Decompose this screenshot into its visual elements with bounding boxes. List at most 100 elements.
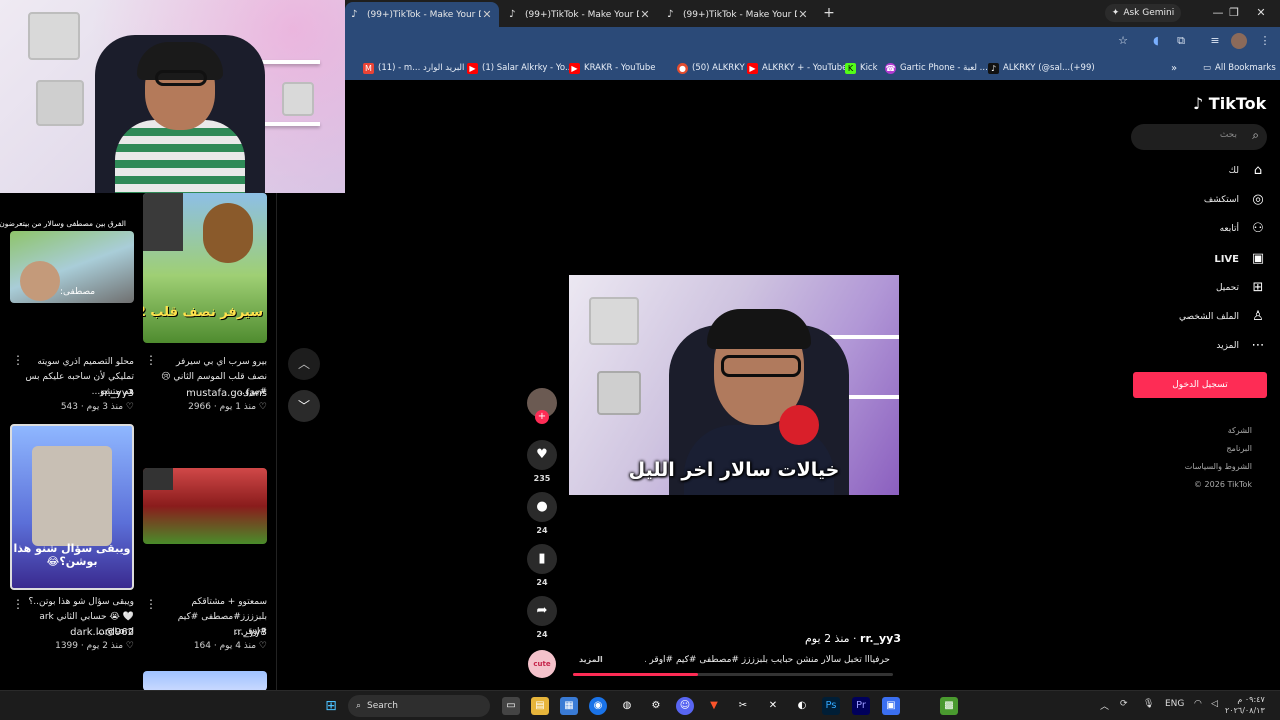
discord-icon[interactable]: ☺ bbox=[676, 697, 694, 715]
photoshop-icon[interactable]: Ps bbox=[822, 697, 840, 715]
video-thumbnail[interactable]: مصطفى: bbox=[10, 231, 134, 303]
video-author-line[interactable]: منذ 2 يوم · rr._yy3 bbox=[805, 632, 901, 645]
nav-item-following[interactable]: أتابعه ⚇ bbox=[1125, 218, 1267, 240]
media-icon[interactable]: ≡ bbox=[1207, 33, 1223, 49]
tiktok-icon: ♪ bbox=[988, 62, 999, 74]
capcut-icon[interactable]: ✂ bbox=[734, 697, 752, 715]
bookmark-item[interactable]: ● (50) ALKRKY bbox=[677, 60, 745, 76]
premiere-icon[interactable]: Pr bbox=[852, 697, 870, 715]
footer-link-terms[interactable]: الشروط والسياسات bbox=[1185, 462, 1252, 471]
youtube-icon: ▶ bbox=[747, 62, 758, 74]
app-icon[interactable]: ▣ bbox=[882, 697, 900, 715]
audio-icon[interactable]: ◖ bbox=[1148, 33, 1164, 49]
new-tab-button[interactable]: + bbox=[820, 4, 838, 22]
bookmark-item[interactable]: ♪ ALKRKY (@sal...(+99) bbox=[988, 60, 1095, 76]
card-author[interactable]: rr._yy3 bbox=[22, 388, 134, 399]
card-stats: منذ 2 يوم · 1399 ♡ bbox=[55, 641, 134, 651]
address-field[interactable] bbox=[345, 30, 1145, 53]
nav-item-profile[interactable]: الملف الشخصي ♙ bbox=[1125, 306, 1267, 328]
reddit-icon: ● bbox=[677, 62, 688, 74]
share-button[interactable]: ➦ bbox=[527, 596, 557, 626]
bookmark-item[interactable]: K Kick bbox=[845, 60, 878, 76]
clock-date: ٢٠٢٦/٠٨/١٣ bbox=[1225, 706, 1265, 715]
close-window-button[interactable]: ✕ bbox=[1247, 2, 1275, 24]
brave-icon[interactable]: ▼ bbox=[705, 697, 723, 715]
thumb-tree bbox=[203, 203, 253, 263]
card-overlay-text: الفرق بين مصطفى وسالار من بيتعرضون: bbox=[0, 219, 126, 228]
task-view-icon[interactable]: ▭ bbox=[502, 697, 520, 715]
login-button[interactable]: تسجيل الدخول bbox=[1133, 372, 1267, 398]
clock[interactable]: ٠٩:٤٧ م ٢٠٢٦/٠٨/١٣ bbox=[1225, 694, 1265, 716]
browser-tab[interactable]: ♪ (99+)TikTok - Make Your Day ✕ bbox=[503, 2, 657, 27]
heart-icon: ♡ bbox=[258, 641, 267, 651]
video-thumbnail[interactable] bbox=[143, 671, 267, 690]
chrome-icon[interactable]: ◉ bbox=[589, 697, 607, 715]
search-icon[interactable]: ⌕ bbox=[1252, 128, 1259, 143]
next-video-button[interactable]: ﹀ bbox=[288, 390, 320, 422]
taskbar-search[interactable]: ⌕ Search bbox=[348, 695, 490, 717]
extensions-icon[interactable]: ⧉ bbox=[1173, 33, 1189, 49]
minecraft-icon[interactable]: ▩ bbox=[940, 697, 958, 715]
nav-item-explore[interactable]: استكشف ◎ bbox=[1125, 189, 1267, 211]
action-rail: + ♥ 235 ● 24 ▮ 24 ➦ 24 bbox=[526, 388, 558, 648]
nav-item-upload[interactable]: تحميل ⊞ bbox=[1125, 277, 1267, 299]
menu-icon[interactable]: ⋮ bbox=[1257, 33, 1273, 49]
bookmarks-overflow-icon[interactable]: » bbox=[1171, 60, 1177, 76]
previous-video-button[interactable]: ︿ bbox=[288, 348, 320, 380]
avatar[interactable] bbox=[1231, 33, 1247, 49]
card-author[interactable]: rr._yy3 bbox=[155, 627, 267, 638]
nav-item-for-you[interactable]: لك ⌂ bbox=[1125, 160, 1267, 182]
video-thumbnail[interactable] bbox=[143, 468, 267, 544]
wifi-icon[interactable]: ◠ bbox=[1194, 699, 1202, 709]
close-icon[interactable]: ✕ bbox=[639, 8, 651, 21]
tiktok-icon: ♪ bbox=[351, 9, 358, 20]
card-age: منذ 1 يوم bbox=[219, 402, 257, 412]
bookmark-item[interactable]: ▶ KRAKR - YouTube bbox=[569, 60, 655, 76]
comment-button[interactable]: ● bbox=[527, 492, 557, 522]
search-input[interactable]: بحث ⌕ bbox=[1131, 124, 1267, 150]
tiktok-logo[interactable]: ♪ TikTok bbox=[1193, 94, 1266, 113]
bookmark-item[interactable]: ☎ Gartic Phone - لعبة ... bbox=[885, 60, 988, 76]
music-disc[interactable]: cute bbox=[528, 650, 556, 678]
file-explorer-icon[interactable]: ▤ bbox=[531, 697, 549, 715]
video-progress-bar[interactable] bbox=[573, 673, 893, 676]
volume-icon[interactable]: ◁ bbox=[1211, 699, 1218, 709]
footer-link-company[interactable]: الشركة bbox=[1228, 426, 1252, 435]
nav-label: استكشف bbox=[1203, 195, 1239, 205]
obs-icon[interactable]: ◍ bbox=[618, 697, 636, 715]
all-bookmarks[interactable]: ▭ All Bookmarks bbox=[1203, 60, 1276, 76]
author-avatar[interactable]: + bbox=[527, 388, 557, 424]
follow-plus-icon[interactable]: + bbox=[535, 410, 549, 424]
browser-tab[interactable]: ♪ (99+)TikTok - Make Your Day ✕ bbox=[345, 2, 499, 27]
chevron-up-icon[interactable]: ︿ bbox=[1100, 699, 1109, 712]
bookmark-item[interactable]: ▶ (1) Salar Alkrky - Yo... bbox=[467, 60, 573, 76]
like-button[interactable]: ♥ bbox=[527, 440, 557, 470]
video-player[interactable]: خيالات سالار اخر الليل bbox=[569, 275, 899, 495]
nav-item-more[interactable]: المزيد ⋯ bbox=[1125, 335, 1267, 357]
footer-link-program[interactable]: البرنامج bbox=[1226, 444, 1252, 453]
more-link[interactable]: المزيد bbox=[579, 655, 603, 664]
restore-button[interactable]: ❐ bbox=[1220, 2, 1248, 24]
mic-icon[interactable]: 🎙 bbox=[1143, 699, 1154, 709]
app-icon[interactable]: ⚙ bbox=[647, 697, 665, 715]
close-icon[interactable]: ✕ bbox=[797, 8, 809, 21]
video-thumbnail[interactable]: سيرفر نصف قلب 2 bbox=[143, 193, 267, 343]
card-author[interactable]: mustafa.go.fans bbox=[155, 388, 267, 399]
steam-icon[interactable]: ◐ bbox=[793, 697, 811, 715]
nav-item-live[interactable]: LIVE ▣ bbox=[1125, 248, 1267, 270]
bookmark-item[interactable]: ▶ ALKRKY + - YouTube bbox=[747, 60, 847, 76]
store-icon[interactable]: ▦ bbox=[560, 697, 578, 715]
close-icon[interactable]: ✕ bbox=[481, 8, 493, 21]
bookmark-item[interactable]: M (11) - m... البريد الوارد bbox=[363, 60, 464, 76]
star-icon[interactable]: ☆ bbox=[1115, 33, 1131, 49]
bookmark-button[interactable]: ▮ bbox=[527, 544, 557, 574]
language-indicator[interactable]: ENG bbox=[1165, 699, 1184, 709]
card-author[interactable]: dark.lord962 bbox=[22, 627, 134, 638]
windows-start-icon[interactable]: ⊞ bbox=[322, 697, 340, 715]
browser-tab[interactable]: ♪ (99+)TikTok - Make Your Day ✕ bbox=[661, 2, 815, 27]
x-icon[interactable]: ✕ bbox=[764, 697, 782, 715]
ask-gemini-button[interactable]: ✦ Ask Gemini bbox=[1105, 4, 1181, 22]
network-icon[interactable]: ⟳ bbox=[1120, 699, 1128, 709]
video-feed-grid[interactable]: الفرق بين مصطفى وسالار من بيتعرضون: مصطف… bbox=[0, 193, 277, 690]
video-thumbnail[interactable]: ويبقى سؤال شنو هذا بوشن؟😂 bbox=[10, 424, 134, 590]
